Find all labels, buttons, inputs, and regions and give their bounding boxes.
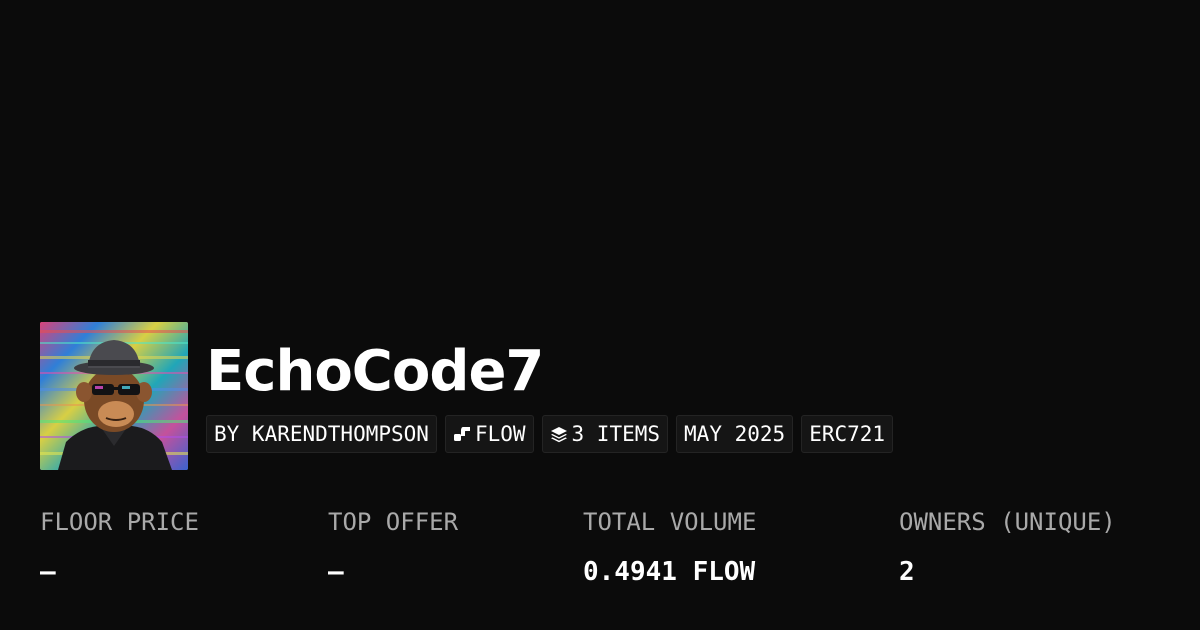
creator-tag-label: BY KARENDTHOMPSON	[214, 422, 429, 446]
standard-tag-label: ERC721	[809, 422, 886, 446]
collection-tags: BY KARENDTHOMPSON FLOW 3 ITEMS MAY 2025 …	[206, 415, 894, 453]
total-volume-label: TOTAL VOLUME	[583, 508, 757, 536]
total-volume-value: 0.4941 FLOW	[583, 557, 756, 587]
floor-price-value: —	[40, 557, 56, 587]
layers-icon	[550, 425, 568, 443]
chain-tag-label: FLOW	[474, 422, 526, 446]
top-offer-value: —	[328, 557, 344, 587]
top-offer-label: TOP OFFER	[328, 508, 459, 536]
date-tag-label: MAY 2025	[684, 422, 786, 446]
collection-avatar	[40, 322, 188, 470]
chain-tag[interactable]: FLOW	[444, 415, 534, 453]
floor-price-label: FLOOR PRICE	[40, 508, 199, 536]
items-tag[interactable]: 3 ITEMS	[541, 415, 669, 453]
collection-title: EchoCode7	[206, 339, 544, 404]
owners-label: OWNERS (UNIQUE)	[899, 508, 1116, 536]
owners-value: 2	[899, 557, 915, 587]
standard-tag: ERC721	[801, 415, 894, 453]
total-volume-stat: TOTAL VOLUME 0.4941 FLOW	[583, 506, 756, 588]
date-tag: MAY 2025	[676, 415, 794, 453]
creator-tag[interactable]: BY KARENDTHOMPSON	[206, 415, 437, 453]
items-tag-label: 3 ITEMS	[571, 422, 661, 446]
ape-avatar-image	[40, 322, 188, 470]
top-offer-stat: TOP OFFER —	[328, 506, 458, 588]
flow-logo-icon	[453, 425, 471, 443]
owners-stat: OWNERS (UNIQUE) 2	[899, 506, 1116, 588]
floor-price-stat: FLOOR PRICE —	[40, 506, 199, 588]
